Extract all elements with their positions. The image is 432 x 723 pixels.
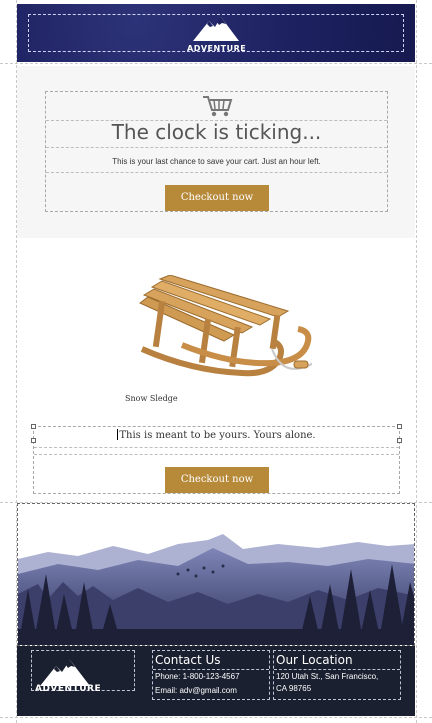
mountain-landscape-image[interactable] [17, 503, 415, 646]
location-heading: Our Location [274, 651, 400, 670]
product-section: Snow Sledge [17, 240, 415, 420]
row-divider [46, 147, 387, 148]
message-text-content: This is meant to be yours. Yours alone. [119, 430, 316, 441]
email-footer: ADVENTURE Contact Us Phone: 1-800-123-45… [17, 646, 415, 716]
headline: The clock is ticking... [111, 120, 322, 144]
mountain-logo-icon [193, 17, 239, 41]
email-header: ADVENTURE [17, 4, 415, 62]
contact-block[interactable]: Contact Us Phone: 1-800-123-4567 Email: … [152, 650, 270, 700]
checkout-button-2[interactable]: Checkout now [165, 467, 269, 493]
product-caption: Snow Sledge [125, 394, 178, 403]
reminder-text: This is your last chance to save your ca… [112, 157, 321, 166]
guide-line [0, 717, 432, 718]
checkout-button[interactable]: Checkout now [165, 185, 269, 211]
message-section: This is meant to be yours. Yours alone. … [17, 420, 415, 500]
location-line-2: CA 98765 [276, 684, 312, 693]
guide-line [0, 63, 432, 64]
row-divider [34, 454, 399, 455]
adventure-logo[interactable]: ADVENTURE [187, 13, 247, 53]
message-text[interactable]: This is meant to be yours. Yours alone. [34, 429, 399, 441]
contact-heading: Contact Us [153, 651, 269, 670]
cart-reminder-section: The clock is ticking... This is your las… [17, 66, 415, 238]
cart-reminder-block[interactable]: The clock is ticking... This is your las… [45, 91, 388, 212]
location-block[interactable]: Our Location 120 Utah St., San Francisco… [273, 650, 401, 700]
logo-text: ADVENTURE [187, 44, 247, 53]
contact-phone: Phone: 1-800-123-4567 [155, 672, 240, 681]
message-block[interactable]: This is meant to be yours. Yours alone. … [31, 424, 402, 494]
snow-sledge-image[interactable] [122, 274, 315, 390]
row-divider [46, 172, 387, 173]
row-divider [34, 447, 399, 448]
shopping-cart-icon [202, 94, 234, 118]
contact-email[interactable]: Email: adv@gmail.com [153, 684, 269, 698]
footer-logo-block[interactable]: ADVENTURE [31, 650, 135, 694]
footer-logo-text: ADVENTURE [35, 684, 102, 694]
guide-line [416, 0, 417, 723]
